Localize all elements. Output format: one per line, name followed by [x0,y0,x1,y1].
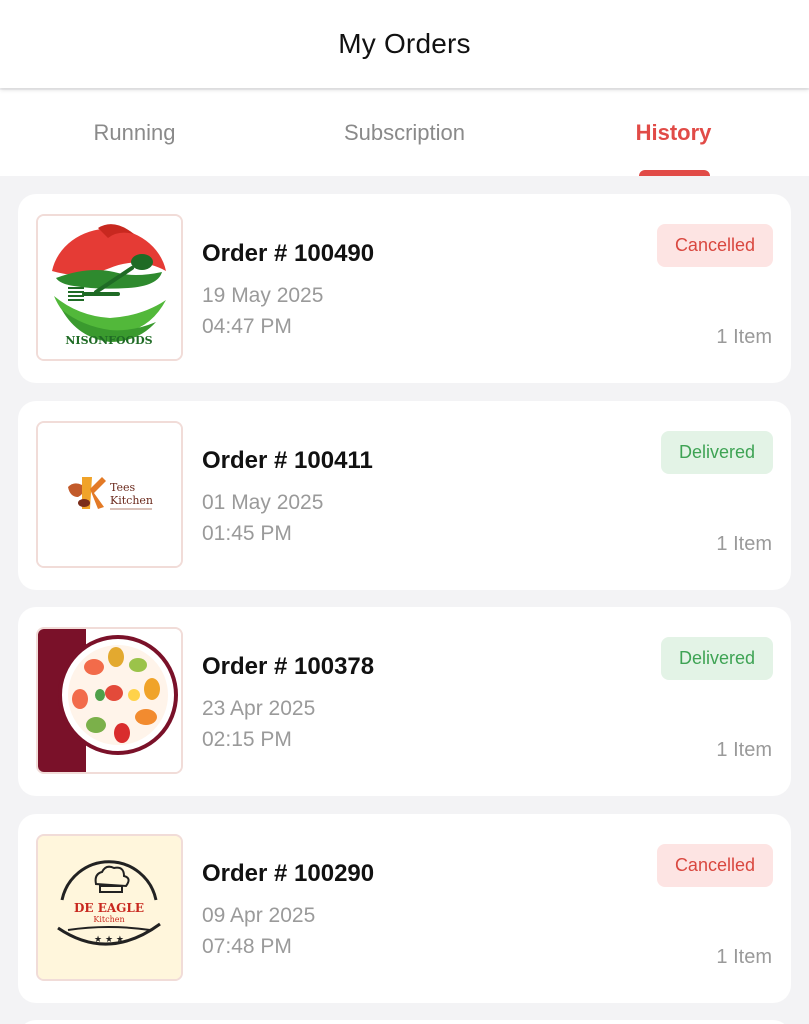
order-number: Order # 100490 [202,240,375,267]
order-number: Order # 100378 [202,653,375,680]
order-card[interactable]: NISONFOODS Order # 100490 19 May 2025 04… [18,194,791,383]
order-date: 09 Apr 2025 [202,904,316,927]
svg-text:Kitchen: Kitchen [110,494,153,507]
status-badge: Delivered [660,431,773,474]
svg-text:★ ★ ★: ★ ★ ★ [94,935,124,945]
order-date: 23 Apr 2025 [202,697,316,720]
status-badge: Cancelled [656,844,773,887]
order-time: 01:45 PM [202,522,292,545]
tab-bar: Running Subscription History [0,90,809,176]
order-card-partial[interactable] [18,1020,791,1024]
svg-text:NISONFOODS: NISONFOODS [65,334,152,347]
nisonfoods-logo: NISONFOODS [36,214,183,361]
order-card[interactable]: DE EAGLE Kitchen ★ ★ ★ Order # 100290 09… [18,814,791,1003]
app-bar: My Orders [0,0,809,88]
order-date: 19 May 2025 [202,284,324,307]
order-date: 01 May 2025 [202,491,324,514]
order-time: 04:47 PM [202,315,292,338]
de-eagle-kitchen-logo: DE EAGLE Kitchen ★ ★ ★ [36,834,183,981]
tab-running[interactable]: Running [0,90,269,176]
item-count: 1 Item [716,946,772,968]
order-card[interactable]: Order # 100378 23 Apr 2025 02:15 PM Deli… [18,607,791,796]
tab-subscription[interactable]: Subscription [270,90,539,176]
svg-text:DE EAGLE: DE EAGLE [74,901,144,915]
salad-plate-logo [36,627,183,774]
order-number: Order # 100290 [202,860,375,887]
status-badge: Cancelled [656,224,773,267]
active-tab-indicator [639,170,710,176]
svg-text:Kitchen: Kitchen [93,915,124,924]
order-number: Order # 100411 [202,447,373,474]
order-time: 02:15 PM [202,728,292,751]
item-count: 1 Item [716,739,772,761]
tab-history[interactable]: History [539,90,808,176]
item-count: 1 Item [716,326,772,348]
order-time: 07:48 PM [202,935,292,958]
tees-kitchen-logo: Tees Kitchen [36,421,183,568]
order-card[interactable]: Tees Kitchen Order # 100411 01 May 2025 … [18,401,791,590]
status-badge: Delivered [660,637,773,680]
page-title: My Orders [338,28,471,59]
item-count: 1 Item [716,533,772,555]
svg-text:Tees: Tees [110,481,136,494]
